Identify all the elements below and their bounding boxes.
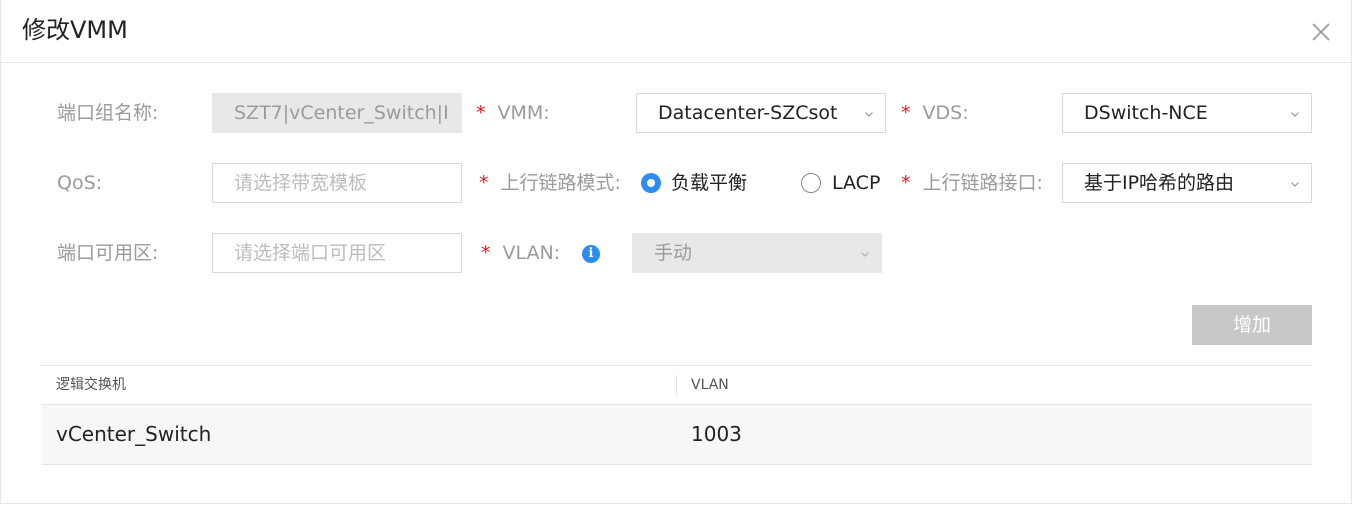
vlan-mode-value: 手动 bbox=[654, 242, 693, 264]
required-mark: * bbox=[476, 102, 486, 124]
qos-input[interactable]: 请选择带宽模板 bbox=[212, 163, 462, 203]
vlan-label: * VLAN: bbox=[481, 241, 560, 265]
vmm-label-text: VMM: bbox=[497, 102, 550, 124]
vds-label-text: VDS: bbox=[922, 102, 969, 124]
close-icon[interactable] bbox=[1311, 22, 1331, 42]
port-zone-label: 端口可用区: bbox=[57, 242, 159, 264]
uplink-mode-label: * 上行链路模式: bbox=[479, 171, 621, 195]
port-zone-placeholder: 请选择端口可用区 bbox=[234, 242, 387, 264]
vmm-label: * VMM: bbox=[476, 101, 550, 125]
info-icon[interactable]: i bbox=[582, 245, 600, 263]
vds-select-value: DSwitch-NCE bbox=[1084, 102, 1208, 124]
switch-table: 逻辑交换机 VLAN vCenter_Switch 1003 bbox=[42, 365, 1312, 465]
uplink-mode-label-text: 上行链路模式: bbox=[500, 172, 621, 194]
uplink-port-select[interactable]: 基于IP哈希的路由 bbox=[1062, 163, 1312, 203]
dialog-header: 修改VMM bbox=[1, 0, 1351, 63]
chevron-down-icon bbox=[1291, 112, 1299, 117]
uplink-port-select-value: 基于IP哈希的路由 bbox=[1084, 172, 1235, 194]
column-header-vlan[interactable]: VLAN bbox=[691, 366, 729, 404]
table-header: 逻辑交换机 VLAN bbox=[42, 365, 1312, 405]
vmm-select-value: Datacenter-SZCsot bbox=[658, 102, 838, 124]
vds-select[interactable]: DSwitch-NCE bbox=[1062, 93, 1312, 133]
qos-label: QoS: bbox=[57, 172, 103, 194]
vds-label: * VDS: bbox=[901, 101, 969, 125]
column-header-logical-switch[interactable]: 逻辑交换机 bbox=[56, 366, 126, 404]
port-group-name-label: 端口组名称: bbox=[57, 102, 159, 124]
port-zone-input[interactable]: 请选择端口可用区 bbox=[212, 233, 462, 273]
add-button[interactable]: 增加 bbox=[1192, 305, 1312, 345]
radio-load-balance[interactable] bbox=[641, 173, 661, 193]
table-row[interactable]: vCenter_Switch 1003 bbox=[42, 405, 1312, 465]
chevron-down-icon bbox=[865, 112, 873, 117]
required-mark: * bbox=[901, 172, 911, 194]
uplink-port-label: * 上行链路接口: bbox=[901, 171, 1043, 195]
edit-vmm-dialog: 修改VMM 端口组名称: SZT7|vCenter_Switch|I * VMM:… bbox=[0, 0, 1352, 504]
required-mark: * bbox=[479, 172, 489, 194]
vmm-select[interactable]: Datacenter-SZCsot bbox=[636, 93, 886, 133]
port-group-name-value: SZT7|vCenter_Switch|I bbox=[234, 102, 449, 124]
chevron-down-icon bbox=[1291, 182, 1299, 187]
qos-placeholder: 请选择带宽模板 bbox=[234, 172, 368, 194]
required-mark: * bbox=[901, 102, 911, 124]
column-divider bbox=[676, 375, 677, 395]
vlan-label-text: VLAN: bbox=[502, 242, 561, 264]
chevron-down-icon bbox=[861, 252, 869, 257]
radio-lacp-label[interactable]: LACP bbox=[832, 171, 880, 195]
port-group-name-field: SZT7|vCenter_Switch|I bbox=[212, 93, 462, 133]
radio-load-balance-label[interactable]: 负载平衡 bbox=[671, 171, 747, 195]
uplink-port-label-text: 上行链路接口: bbox=[922, 172, 1043, 194]
vlan-mode-select: 手动 bbox=[632, 233, 882, 273]
cell-vlan: 1003 bbox=[691, 422, 742, 446]
radio-lacp[interactable] bbox=[801, 173, 821, 193]
required-mark: * bbox=[481, 242, 491, 264]
dialog-title: 修改VMM bbox=[22, 16, 128, 44]
cell-logical-switch: vCenter_Switch bbox=[56, 422, 212, 446]
